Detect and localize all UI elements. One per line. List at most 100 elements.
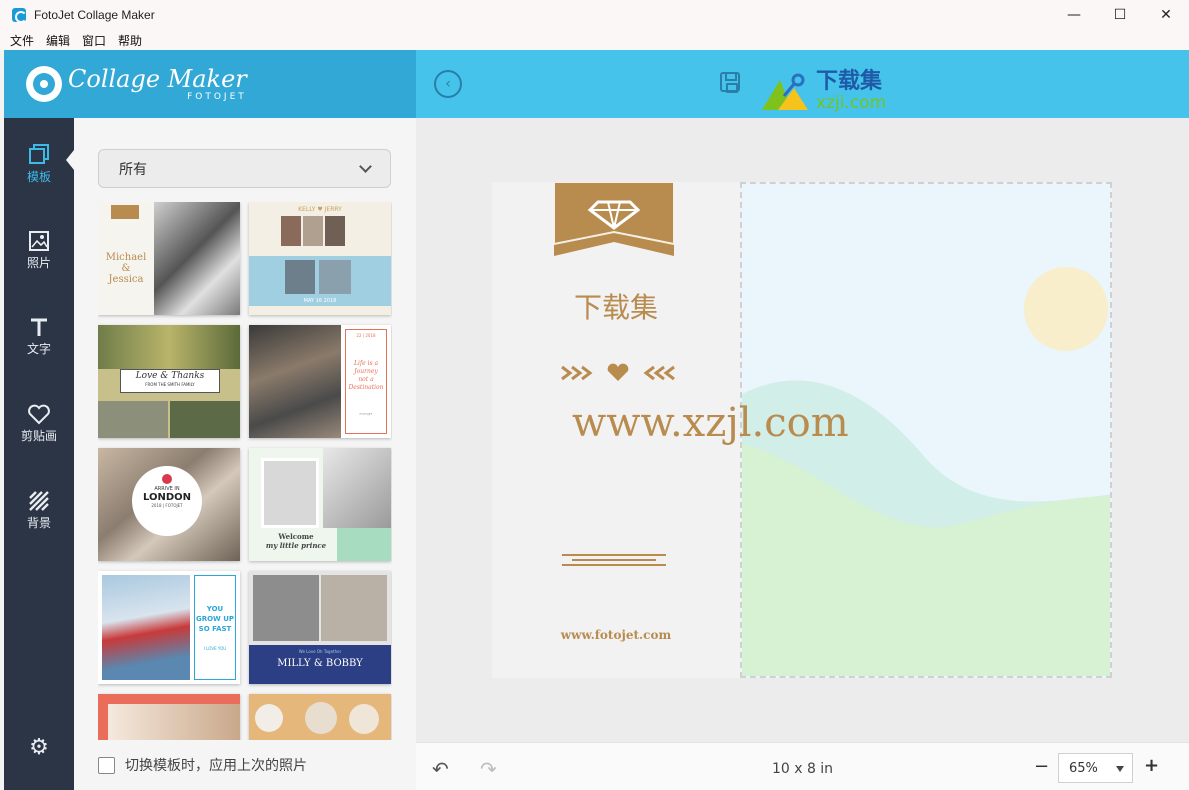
couple-header: KELLY ♥ JERRY: [298, 206, 342, 213]
bottom-photo: [98, 401, 168, 438]
rail-item-photos[interactable]: 照片: [4, 230, 74, 290]
minimize-button[interactable]: —: [1051, 0, 1097, 30]
milly-sub: We Love Oh Together: [298, 649, 342, 654]
rail-item-background[interactable]: 背景: [4, 490, 74, 550]
wedding-name-1: Michael: [105, 252, 147, 263]
template-thumb-welcome[interactable]: Welcome my little prince: [249, 448, 391, 561]
photo-cell: [325, 216, 345, 246]
food-plate: [349, 704, 379, 734]
canvas-site[interactable]: www.fotojet.com: [492, 628, 740, 642]
welcome-line-1: Welcome: [278, 532, 314, 541]
watermark-url: xzji.com: [816, 93, 887, 113]
journey-card: 22 | 2018 Life is a Journey not a Destin…: [345, 329, 387, 434]
wedding-name-2: Jessica: [108, 274, 144, 285]
title-bar: FotoJet Collage Maker — ☐ ✕: [0, 0, 1189, 30]
template-thumb-wedding[interactable]: Michael & Jessica: [98, 202, 240, 315]
zoom-value: 65%: [1069, 760, 1098, 776]
fotojet-logo-icon: [26, 66, 62, 102]
welcome-text: Welcome my little prince: [253, 532, 339, 550]
menu-edit[interactable]: 编辑: [46, 32, 70, 49]
apply-photos-label: 切换模板时，应用上次的照片: [125, 758, 307, 774]
menu-file[interactable]: 文件: [10, 32, 34, 49]
maximize-button[interactable]: ☐: [1097, 0, 1143, 30]
close-button[interactable]: ✕: [1143, 0, 1189, 30]
dropdown-value: 所有: [119, 161, 147, 178]
food-plate: [305, 702, 337, 734]
template-thumb-journey[interactable]: 22 | 2018 Life is a Journey not a Destin…: [249, 325, 391, 438]
wedding-names: Michael & Jessica: [98, 252, 154, 285]
baby-photo: [321, 575, 387, 641]
apply-photos-checkbox[interactable]: [98, 756, 115, 774]
rail-label-templates: 模板: [26, 170, 51, 184]
london-badge: ARRIVE IN LONDON 2018 | FOTOJET: [132, 466, 202, 536]
settings-gear-icon[interactable]: ⚙: [28, 737, 50, 759]
template-thumb-grow-up[interactable]: YOU GROW UP SO FAST I LOVE YOU: [98, 571, 240, 684]
template-thumb-food-2[interactable]: [249, 694, 391, 740]
menu-help[interactable]: 帮助: [118, 32, 142, 49]
photo-cell: [281, 216, 301, 246]
journey-text-4: Destination: [348, 384, 384, 391]
back-button[interactable]: ‹: [434, 70, 462, 98]
grow-line-4: I LOVE YOU: [203, 646, 227, 651]
journey-date: 22 | 2018: [356, 333, 376, 338]
caret-down-icon: [1116, 766, 1124, 772]
clipart-icon: [28, 404, 50, 425]
window-title: FotoJet Collage Maker: [34, 8, 155, 22]
ribbon-badge: [111, 205, 139, 219]
active-pointer: [66, 150, 74, 170]
brand-logo: Collage Maker FOTOJET: [68, 67, 247, 102]
top-photo: [98, 325, 240, 369]
journey-text-3: not a: [358, 376, 374, 383]
journey-brand: FOTOJET: [359, 412, 373, 416]
zoom-out-icon[interactable]: −: [1034, 756, 1049, 777]
watermark: 下载集 xzji.com: [816, 70, 887, 113]
baby-photo-small: [261, 458, 319, 528]
baby-photo: [253, 575, 319, 641]
green-dots: [337, 528, 391, 561]
love-thanks-card: Love & Thanks FROM THE SMITH FAMILY: [120, 369, 220, 393]
template-icon: [29, 144, 49, 164]
love-thanks-title: Love & Thanks: [135, 371, 205, 381]
bottom-toolbar: ↶ ↷ 10 x 8 in − 65% +: [416, 742, 1189, 790]
logo-sub-text: FOTOJET: [187, 91, 247, 102]
grow-line-3: SO FAST: [198, 625, 232, 633]
heart-icon: [162, 474, 172, 484]
category-dropdown[interactable]: 所有: [98, 149, 391, 188]
rail-item-templates[interactable]: 模板: [4, 142, 74, 202]
zoom-select[interactable]: 65%: [1058, 753, 1133, 783]
template-grid: Michael & Jessica KELLY ♥ JERRY MAY 16 2…: [98, 202, 392, 740]
background-icon: [29, 491, 49, 511]
apply-photos-option[interactable]: 切换模板时，应用上次的照片: [98, 755, 307, 775]
kid-photo: [102, 575, 190, 680]
toolbar-header: ‹ 下载集 xzji.com: [416, 50, 1189, 118]
menu-window[interactable]: 窗口: [82, 32, 106, 49]
rail-label-background: 背景: [26, 516, 51, 530]
milly-title: MILLY & BOBBY: [277, 658, 363, 669]
template-thumb-food-1[interactable]: [98, 694, 240, 740]
collage-canvas[interactable]: 下载集 www.fotojet.com www.xzjl.com: [492, 182, 1112, 678]
photo-cell: [319, 260, 351, 294]
arrow-heart-divider: [561, 363, 675, 381]
rail-item-clipart[interactable]: 剪贴画: [4, 403, 74, 463]
save-icon[interactable]: [720, 72, 740, 93]
text-icon: [31, 318, 47, 336]
chevron-down-icon: [359, 160, 372, 173]
template-thumb-love-thanks[interactable]: Love & Thanks FROM THE SMITH FAMILY: [98, 325, 240, 438]
food-photo: [108, 704, 240, 740]
canvas-url[interactable]: www.xzjl.com: [572, 400, 849, 446]
rail-label-text: 文字: [26, 342, 51, 356]
london-line-2: LONDON: [142, 492, 192, 503]
template-thumb-kelly-jerry[interactable]: KELLY ♥ JERRY MAY 16 2018: [249, 202, 391, 315]
welcome-line-2: my little prince: [265, 541, 327, 550]
wedding-photo: [154, 202, 240, 315]
template-thumb-milly-bobby[interactable]: We Love Oh Together MILLY & BOBBY: [249, 571, 391, 684]
template-thumb-london[interactable]: ARRIVE IN LONDON 2018 | FOTOJET: [98, 448, 240, 561]
menu-bar: 文件 编辑 窗口 帮助: [0, 30, 1189, 50]
photo-cell: [285, 260, 315, 294]
wedding-amp: &: [121, 263, 131, 274]
template-panel: 所有 Michael & Jessica KELLY ♥ JERRY MAY 1…: [74, 118, 416, 790]
zoom-in-icon[interactable]: +: [1144, 755, 1159, 776]
rail-item-text[interactable]: 文字: [4, 316, 74, 376]
canvas-title[interactable]: 下载集: [492, 286, 740, 326]
rail-label-photos: 照片: [26, 256, 51, 270]
